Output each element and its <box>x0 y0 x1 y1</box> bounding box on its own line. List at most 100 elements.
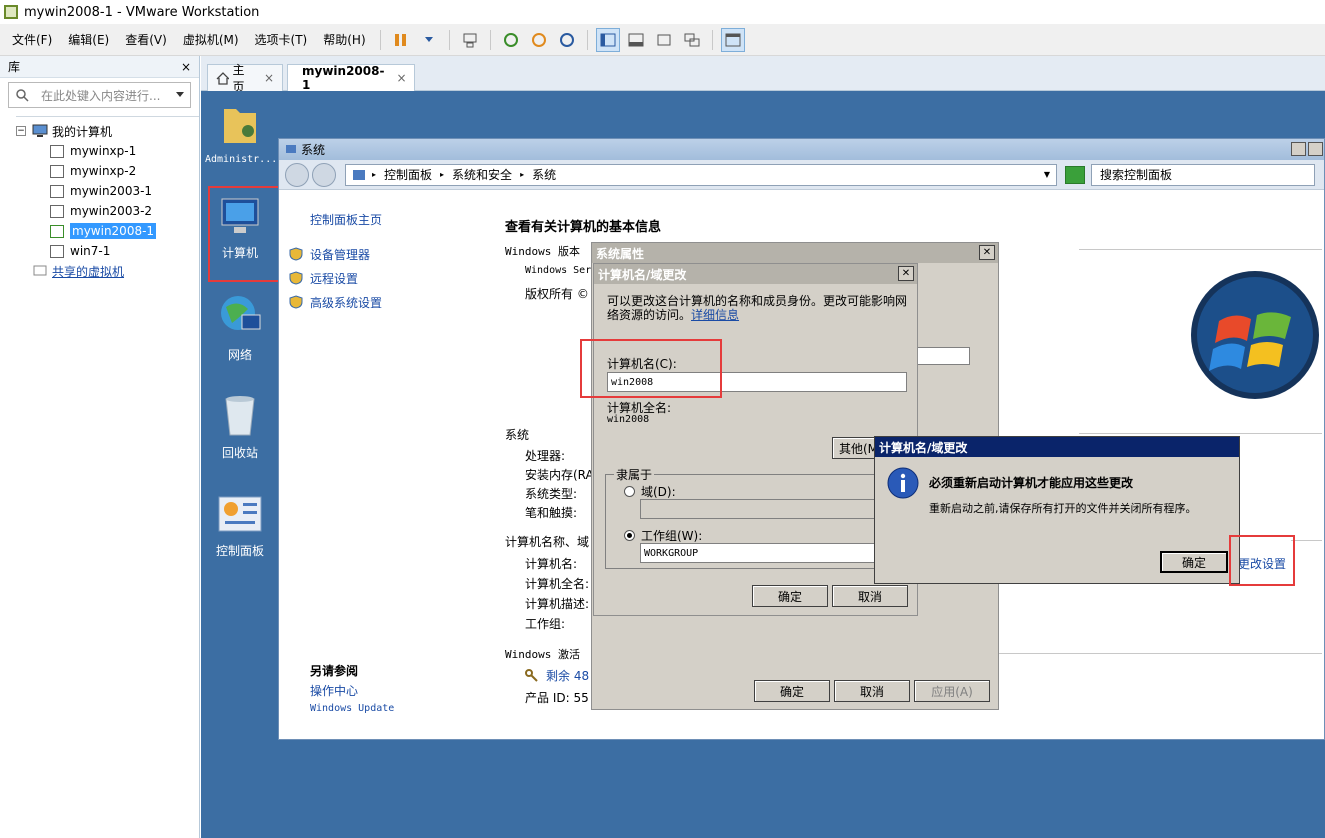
tree-vm-item[interactable]: mywinxp-1 <box>50 141 199 161</box>
ok-button[interactable]: 确定 <box>1160 551 1228 573</box>
menubar: 文件(F) 编辑(E) 查看(V) 虚拟机(M) 选项卡(T) 帮助(H) <box>0 24 1325 56</box>
show-library-icon[interactable] <box>595 27 620 52</box>
send-ctrl-alt-del-icon[interactable] <box>458 28 482 52</box>
restart-submessage: 重新启动之前,请保存所有打开的文件并关闭所有程序。 <box>929 502 1197 515</box>
system-properties-titlebar: 系统属性 ✕ <box>592 243 998 263</box>
menu-file[interactable]: 文件(F) <box>4 31 60 48</box>
menu-edit[interactable]: 编辑(E) <box>60 31 117 48</box>
tree-vm-item[interactable]: mywin2003-2 <box>50 201 199 221</box>
vm-icon <box>50 164 64 178</box>
tree-vm-item[interactable]: win7-1 <box>50 241 199 261</box>
restart-message: 必须重新启动计算机才能应用这些更改 <box>929 476 1134 490</box>
tab-vm[interactable]: mywin2008-1 × <box>287 64 415 92</box>
menu-view[interactable]: 查看(V) <box>117 31 175 48</box>
desktop-icon-recycle[interactable]: 回收站 <box>205 393 275 461</box>
chevron-down-icon[interactable] <box>176 92 184 98</box>
domain-label: 域(D): <box>641 485 676 499</box>
back-button[interactable] <box>285 162 309 187</box>
close-button[interactable]: ✕ <box>898 266 914 281</box>
fullscreen-icon[interactable] <box>652 28 676 52</box>
chevron-down-icon[interactable] <box>417 28 441 52</box>
minimize-button[interactable] <box>1291 142 1306 156</box>
tab-home[interactable]: 主页 × <box>207 63 283 94</box>
menu-tabs[interactable]: 选项卡(T) <box>247 31 316 48</box>
chevron-down-icon[interactable]: ▼ <box>1044 170 1050 179</box>
vm-icon <box>50 184 64 198</box>
library-panel: 库 × 在此处键入内容进行... − 我的计算机 mywinxp-1 mywin… <box>0 56 200 838</box>
desktop-icon-network[interactable]: 网络 <box>205 293 275 363</box>
desktop-icon-control-panel[interactable]: 控制面板 <box>205 495 275 559</box>
details-link[interactable]: 详细信息 <box>691 308 739 322</box>
unity-icon[interactable] <box>680 28 704 52</box>
tab-vm-label: mywin2008-1 <box>302 64 385 92</box>
tree-vm-label: mywin2003-1 <box>70 184 153 198</box>
section-computer-name: 计算机名称、域 <box>505 535 590 549</box>
tree-vm-label: mywin2008-1 <box>70 223 157 239</box>
link-action-center[interactable]: 操作中心 <box>310 682 358 699</box>
description-field[interactable] <box>912 347 970 365</box>
link-control-panel-home[interactable]: 控制面板主页 <box>310 211 382 228</box>
snapshot-manager-icon[interactable] <box>555 28 579 52</box>
link-advanced-settings[interactable]: 高级系统设置 <box>310 294 382 311</box>
tree-vm-item-selected[interactable]: mywin2008-1 <box>50 221 199 241</box>
library-title: 库 <box>8 60 21 74</box>
apply-button[interactable]: 应用(A) <box>914 680 990 702</box>
maximize-button[interactable] <box>1308 142 1323 156</box>
menu-help[interactable]: 帮助(H) <box>315 31 373 48</box>
toolbar-separator <box>586 29 588 50</box>
breadcrumb-item[interactable]: 系统 <box>532 166 556 183</box>
close-icon[interactable]: × <box>396 71 406 85</box>
library-header: 库 × <box>0 56 199 78</box>
system-type-label: 系统类型: <box>525 487 578 501</box>
system-window-titlebar: 系统 <box>279 139 1324 160</box>
tree-root[interactable]: − 我的计算机 <box>16 121 199 141</box>
domain-input[interactable] <box>640 499 880 519</box>
memory-label: 安装内存(RA <box>525 468 594 482</box>
desktop-icon-label: 控制面板 <box>215 544 264 558</box>
computer-name-label: 计算机名: <box>525 557 578 571</box>
desktop-icon-admin[interactable]: Administr... <box>205 99 277 165</box>
see-also-heading: 另请参阅 <box>310 664 359 678</box>
cancel-button[interactable]: 取消 <box>834 680 910 702</box>
link-windows-update[interactable]: Windows Update <box>310 703 394 714</box>
close-button[interactable]: ✕ <box>979 245 995 260</box>
link-remote-settings[interactable]: 远程设置 <box>310 270 358 287</box>
restart-notice-title: 计算机名/域更改 <box>879 440 968 455</box>
close-icon[interactable]: × <box>264 71 274 85</box>
window-titlebar: mywin2008-1 - VMware Workstation <box>0 0 1325 24</box>
snapshot-revert-icon[interactable] <box>527 28 551 52</box>
tree-vm-item[interactable]: mywinxp-2 <box>50 161 199 181</box>
domain-radio[interactable] <box>624 486 635 497</box>
home-icon <box>216 71 229 85</box>
tree-vm-item[interactable]: mywin2003-1 <box>50 181 199 201</box>
full-name-label: 计算机全名: <box>525 577 590 591</box>
forward-button[interactable] <box>312 162 336 187</box>
console-view-icon[interactable] <box>720 27 745 52</box>
vm-icon <box>50 204 64 218</box>
toolbar-separator <box>448 29 450 50</box>
snapshot-take-icon[interactable] <box>499 28 523 52</box>
ok-button[interactable]: 确定 <box>754 680 830 702</box>
ok-button[interactable]: 确定 <box>752 585 828 607</box>
member-of-label: 隶属于 <box>614 466 655 483</box>
breadcrumb-item[interactable]: 系统和安全 <box>452 166 512 183</box>
collapse-icon[interactable]: − <box>16 126 26 136</box>
processor-label: 处理器: <box>525 449 566 463</box>
workgroup-input[interactable]: WORKGROUP <box>640 543 880 563</box>
breadcrumb-item[interactable]: 控制面板 <box>384 166 432 183</box>
workgroup-radio[interactable] <box>624 530 635 541</box>
close-icon[interactable]: × <box>181 60 191 74</box>
refresh-icon[interactable] <box>1065 165 1085 184</box>
library-search-input[interactable]: 在此处键入内容进行... <box>8 82 191 108</box>
activation-remaining[interactable]: 剩余 48 <box>546 667 589 684</box>
tree-vm-label: mywinxp-2 <box>70 164 137 178</box>
menu-vm[interactable]: 虚拟机(M) <box>175 31 247 48</box>
link-device-manager[interactable]: 设备管理器 <box>310 246 370 263</box>
cancel-button[interactable]: 取消 <box>832 585 908 607</box>
control-panel-search[interactable]: 搜索控制面板 <box>1091 163 1315 186</box>
pause-icon[interactable] <box>389 28 413 52</box>
section-activation: Windows 激活 <box>505 648 580 661</box>
breadcrumb[interactable]: ▸ 控制面板 ▸ 系统和安全 ▸ 系统 ▼ <box>345 163 1057 186</box>
thumbnail-bar-icon[interactable] <box>624 28 648 52</box>
tree-shared-vms[interactable]: 共享的虚拟机 <box>16 261 199 281</box>
